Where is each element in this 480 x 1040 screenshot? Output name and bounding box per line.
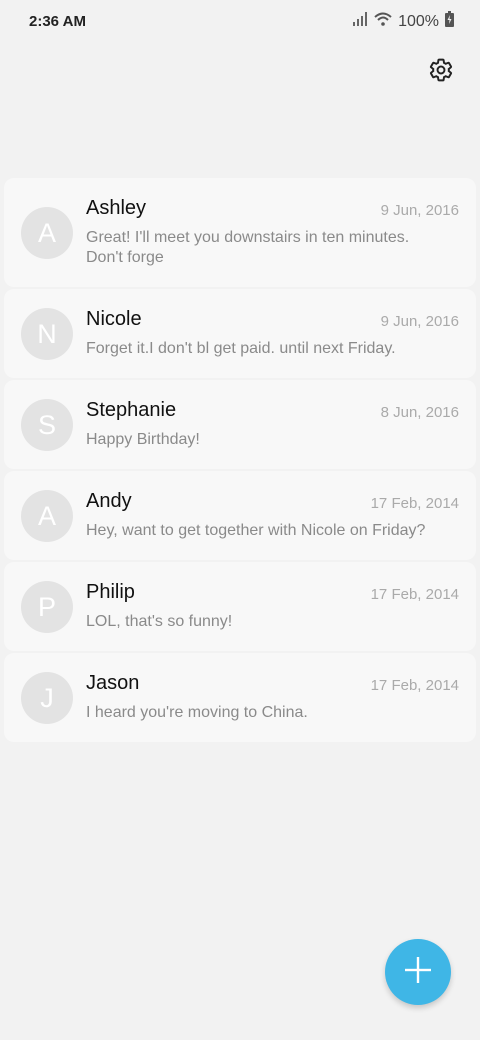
status-bar: 2:36 AM 100% xyxy=(0,0,480,42)
contact-name: Stephanie xyxy=(86,399,177,421)
message-date: 17 Feb, 2014 xyxy=(370,495,459,512)
settings-button[interactable] xyxy=(426,57,456,87)
avatar: N xyxy=(21,308,73,360)
message-date: 9 Jun, 2016 xyxy=(380,313,459,330)
message-preview: Happy Birthday! xyxy=(86,431,200,448)
message-preview: I heard you're moving to China. xyxy=(86,704,308,721)
gear-icon xyxy=(428,57,454,88)
status-icons: 100% xyxy=(353,11,454,32)
battery-icon xyxy=(445,11,454,32)
message-date: 17 Feb, 2014 xyxy=(370,677,459,694)
message-preview: Hey, want to get together with Nicole on… xyxy=(86,522,426,539)
wifi-icon xyxy=(374,12,392,31)
new-message-button[interactable] xyxy=(385,939,451,1005)
conversation-item-ashley[interactable]: A Ashley 9 Jun, 2016 Great! I'll meet yo… xyxy=(4,178,476,287)
message-preview: LOL, that's so funny! xyxy=(86,613,233,630)
conversation-list: A Ashley 9 Jun, 2016 Great! I'll meet yo… xyxy=(4,178,476,744)
conversation-item-philip[interactable]: P Philip 17 Feb, 2014 LOL, that's so fun… xyxy=(4,562,476,651)
conversation-item-jason[interactable]: J Jason 17 Feb, 2014 I heard you're movi… xyxy=(4,653,476,742)
avatar: A xyxy=(21,207,73,259)
contact-name: Jason xyxy=(86,672,140,694)
conversation-item-stephanie[interactable]: S Stephanie 8 Jun, 2016 Happy Birthday! xyxy=(4,380,476,469)
message-date: 9 Jun, 2016 xyxy=(380,202,459,219)
contact-name: Philip xyxy=(86,581,135,603)
conversation-item-andy[interactable]: A Andy 17 Feb, 2014 Hey, want to get tog… xyxy=(4,471,476,560)
avatar: A xyxy=(21,490,73,542)
conversation-item-nicole[interactable]: N Nicole 9 Jun, 2016 Forget it.I don't b… xyxy=(4,289,476,378)
message-preview: Great! I'll meet you downstairs in ten m… xyxy=(86,229,410,266)
plus-icon xyxy=(404,956,432,989)
avatar: J xyxy=(21,672,73,724)
contact-name: Nicole xyxy=(86,308,142,330)
status-time: 2:36 AM xyxy=(29,13,86,30)
avatar: P xyxy=(21,581,73,633)
message-date: 17 Feb, 2014 xyxy=(370,586,459,603)
avatar: S xyxy=(21,399,73,451)
battery-percent: 100% xyxy=(398,12,439,30)
contact-name: Ashley xyxy=(86,197,147,219)
contact-name: Andy xyxy=(86,490,132,512)
message-date: 8 Jun, 2016 xyxy=(380,404,459,421)
message-preview: Forget it.I don't bl get paid. until nex… xyxy=(86,340,396,357)
signal-icon xyxy=(353,12,368,31)
